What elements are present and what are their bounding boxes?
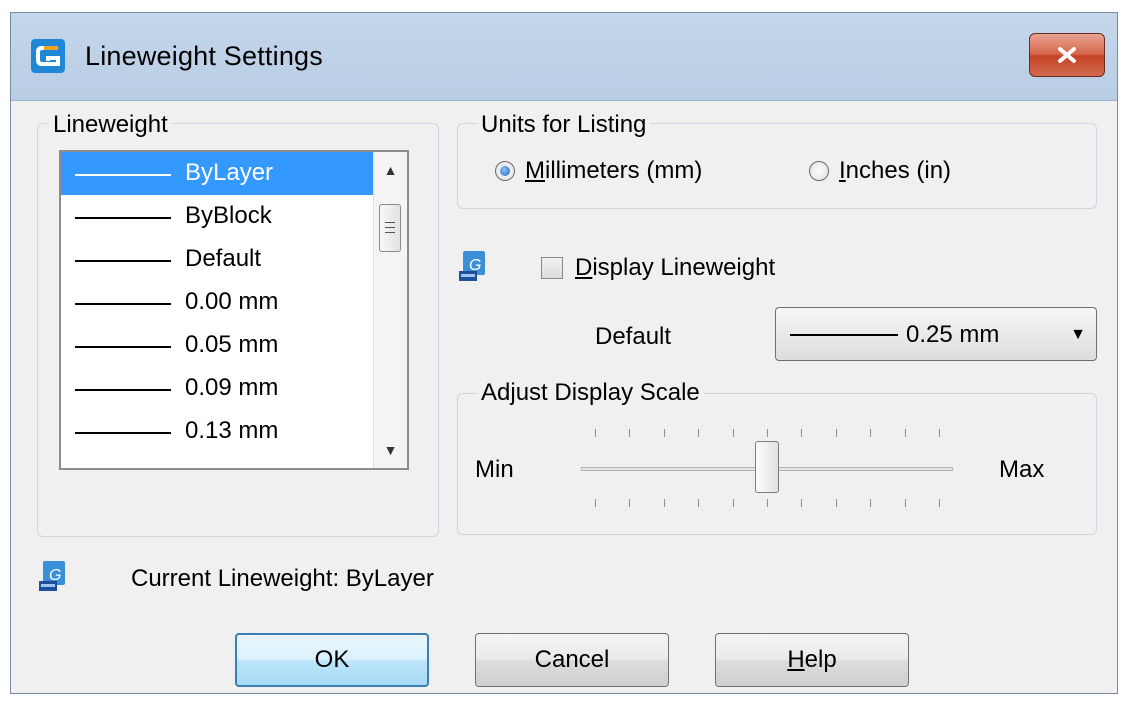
list-item[interactable]: 0.00 mm — [61, 281, 407, 324]
close-button[interactable] — [1029, 33, 1105, 77]
scroll-up-arrow-icon[interactable]: ▲ — [374, 152, 407, 188]
default-lineweight-value: 0.25 mm — [906, 321, 1000, 348]
slider-tick-bottom — [698, 499, 700, 507]
slider-tick-top — [870, 429, 872, 437]
slider-tick-top — [595, 429, 596, 437]
slider-tick-bottom — [629, 499, 631, 507]
title-bar[interactable]: Lineweight Settings — [11, 13, 1117, 101]
scale-min-label: Min — [475, 456, 514, 483]
checkbox-box — [541, 257, 563, 279]
lineweight-group-label: Lineweight — [49, 111, 172, 139]
millimeters-label: Millimeters (mm) — [525, 157, 703, 184]
dwg-preview-icon: G — [39, 561, 65, 591]
display-lineweight-checkbox[interactable]: Display Lineweight — [541, 254, 775, 282]
cancel-button[interactable]: Cancel — [475, 633, 669, 687]
slider-tick-top — [767, 429, 768, 437]
help-button[interactable]: Help — [715, 633, 909, 687]
lineweight-sample-line — [75, 389, 171, 391]
list-item-label: Default — [185, 245, 262, 272]
default-label: Default — [595, 323, 672, 350]
list-item-label: 0.00 mm — [185, 288, 279, 315]
list-item[interactable]: ByBlock — [61, 195, 407, 238]
list-item-label: 0.13 mm — [185, 417, 279, 444]
lineweight-sample-line — [75, 346, 171, 348]
slider-tick-bottom — [904, 499, 906, 507]
slider-tick-bottom — [801, 499, 803, 507]
window-title: Lineweight Settings — [85, 41, 323, 71]
radio-unchecked-icon — [809, 161, 829, 181]
scroll-thumb[interactable] — [379, 204, 401, 252]
scale-group-label: Adjust Display Scale — [477, 379, 704, 407]
slider-tick-bottom — [767, 499, 768, 507]
millimeters-radio[interactable]: Millimeters (mm) — [495, 157, 702, 185]
lineweight-sample-line — [75, 303, 171, 305]
scale-max-label: Max — [999, 456, 1045, 483]
slider-tick-bottom — [939, 499, 940, 507]
list-item[interactable]: 0.09 mm — [61, 367, 407, 410]
inches-label: Inches (in) — [839, 157, 952, 184]
units-group-label: Units for Listing — [477, 111, 651, 139]
list-item-label: 0.05 mm — [185, 331, 279, 358]
close-icon — [1058, 47, 1076, 63]
scroll-down-arrow-icon[interactable]: ▼ — [374, 432, 407, 468]
grip-line — [385, 232, 395, 233]
app-logo-icon — [31, 39, 65, 73]
dwg-preview-icon: G — [459, 251, 485, 281]
slider-tick-top — [663, 429, 665, 437]
grip-line — [385, 227, 395, 228]
lineweight-sample-line — [75, 217, 171, 219]
list-item[interactable]: Default — [61, 238, 407, 281]
lineweight-sample-line — [75, 260, 171, 262]
lineweight-sample-line — [75, 174, 171, 176]
inches-radio[interactable]: Inches (in) — [809, 157, 951, 185]
slider-tick-top — [801, 429, 803, 437]
slider-tick-bottom — [595, 499, 596, 507]
list-item-label: ByLayer — [185, 159, 274, 186]
slider-thumb[interactable] — [755, 441, 779, 493]
slider-tick-bottom — [732, 499, 734, 507]
chevron-down-icon: ▼ — [1070, 326, 1086, 343]
list-item[interactable]: ByLayer — [61, 152, 407, 195]
grip-line — [385, 222, 395, 223]
slider-tick-top — [698, 429, 700, 437]
slider-tick-top — [939, 429, 940, 437]
slider-tick-top — [835, 429, 837, 437]
slider-tick-bottom — [870, 499, 872, 507]
slider-tick-top — [732, 429, 734, 437]
list-item[interactable]: 0.05 mm — [61, 324, 407, 367]
lineweight-list: ByLayer ByBlock Default 0.00 mm 0.05 mm 0.09 … — [61, 152, 407, 453]
list-item[interactable]: 0.13 mm — [61, 410, 407, 453]
list-item-label: ByBlock — [185, 202, 272, 229]
list-item-label: 0.09 mm — [185, 374, 279, 401]
slider-tick-bottom — [663, 499, 665, 507]
slider-tick-bottom — [835, 499, 837, 507]
listbox-scrollbar[interactable]: ▲ ▼ — [373, 152, 407, 468]
current-lineweight-text: Current Lineweight: ByLayer — [131, 565, 434, 592]
display-lineweight-label: Display Lineweight — [575, 254, 776, 281]
radio-checked-icon — [495, 161, 515, 181]
default-lineweight-dropdown[interactable]: 0.25 mm ▼ — [775, 307, 1097, 361]
lineweight-listbox[interactable]: ByLayer ByBlock Default 0.00 mm 0.05 mm 0.09 … — [59, 150, 409, 470]
ok-button[interactable]: OK — [235, 633, 429, 687]
lineweight-preview-line — [790, 334, 898, 336]
lineweight-settings-dialog: Lineweight Settings Lineweight ByLayer By… — [10, 12, 1118, 694]
slider-tick-top — [629, 429, 631, 437]
help-button-label: Help — [787, 646, 837, 673]
slider-tick-top — [904, 429, 906, 437]
lineweight-sample-line — [75, 432, 171, 434]
